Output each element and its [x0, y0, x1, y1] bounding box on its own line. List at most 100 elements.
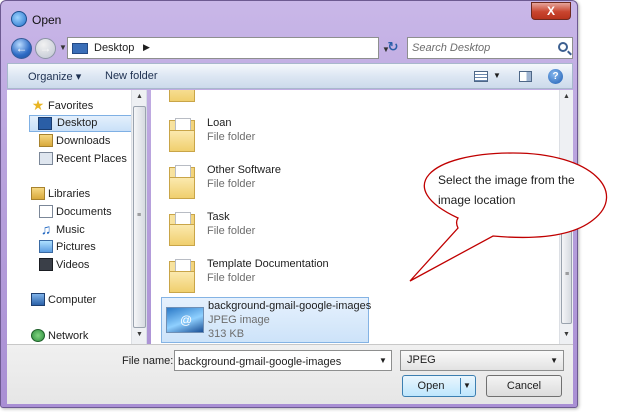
file-name-label: File name:	[122, 355, 174, 367]
file-type: JPEG image	[208, 314, 270, 326]
nav-scrollbar[interactable]: ▲ ≡ ▼	[131, 90, 146, 344]
open-button[interactable]: Open ▼	[402, 375, 476, 397]
file-name: Loan	[207, 117, 232, 129]
browser-icon	[11, 11, 27, 27]
forward-button[interactable]: →	[35, 38, 56, 59]
nav-scroll-thumb[interactable]: ≡	[133, 106, 146, 328]
sidebar-item-label: Libraries	[48, 188, 91, 200]
jpeg-image-icon	[166, 307, 204, 333]
file-type: File folder	[207, 90, 255, 93]
address-row: ← → ▼ Desktop ▶ ▼ ↻	[7, 37, 573, 59]
sidebar-item-label: Videos	[56, 259, 90, 271]
sidebar-item-documents[interactable]: Documents	[7, 204, 135, 221]
sidebar-item-label: Downloads	[56, 135, 111, 147]
documents-icon	[39, 205, 53, 218]
sidebar-item-videos[interactable]: Videos	[7, 257, 135, 274]
sidebar-item-label: Desktop	[57, 117, 98, 129]
file-name: Template Documentation	[207, 258, 329, 270]
window-title: Open	[32, 13, 62, 27]
sidebar-item-computer[interactable]: Computer	[7, 292, 135, 309]
refresh-button[interactable]: ↻	[383, 39, 403, 57]
file-name: Task	[207, 211, 230, 223]
scroll-down-icon[interactable]: ▼	[132, 328, 146, 342]
breadcrumb[interactable]: Desktop ▶ ▼	[67, 37, 390, 59]
file-name-input[interactable]	[174, 350, 392, 371]
recent-places-icon	[39, 152, 53, 165]
file-name: Other Software	[207, 164, 281, 176]
sidebar-item-label: Favorites	[48, 100, 94, 112]
folder-icon	[167, 210, 197, 246]
file-type-value: JPEG	[407, 354, 436, 366]
folder-icon	[167, 163, 197, 199]
change-view-icon[interactable]	[474, 71, 488, 82]
file-name: background-gmail-google-images	[208, 300, 372, 312]
help-icon[interactable]: ?	[548, 69, 563, 84]
folder-icon	[167, 257, 197, 293]
open-options-dropdown-icon[interactable]: ▼	[463, 376, 471, 396]
desktop-folder-icon	[72, 43, 88, 54]
close-button[interactable]: X	[531, 2, 571, 20]
list-item-selected[interactable]: background-gmail-google-images JPEG imag…	[161, 297, 372, 343]
sidebar-item-pictures[interactable]: Pictures	[7, 239, 135, 256]
sidebar-item-label: Network	[48, 330, 89, 342]
list-item[interactable]: File folder	[161, 90, 369, 108]
downloads-icon	[39, 134, 53, 147]
sidebar-item-label: Music	[56, 224, 85, 236]
split-divider	[460, 378, 461, 394]
sidebar-item-label: Recent Places	[56, 153, 127, 165]
scroll-up-icon[interactable]: ▲	[560, 90, 573, 104]
file-type: File folder	[207, 272, 256, 284]
views-dropdown-icon[interactable]: ▼	[493, 71, 501, 80]
list-item[interactable]: Task File folder	[161, 206, 369, 252]
folder-icon	[167, 90, 197, 102]
history-dropdown-icon[interactable]: ▼	[59, 43, 67, 52]
file-type: File folder	[207, 225, 256, 237]
videos-icon	[39, 258, 53, 271]
scroll-up-icon[interactable]: ▲	[132, 90, 146, 104]
list-item[interactable]: Other Software File folder	[161, 159, 369, 205]
toolbar: Organize ▾ New folder ▼ ?	[7, 63, 573, 89]
new-folder-button[interactable]: New folder	[105, 70, 158, 82]
grip-icon: ≡	[137, 212, 142, 219]
file-type: File folder	[207, 178, 256, 190]
sidebar-item-label: Documents	[56, 206, 112, 218]
file-type: File folder	[207, 131, 256, 143]
list-item[interactable]: Loan File folder	[161, 112, 369, 158]
file-type-select[interactable]: JPEG ▼	[400, 350, 564, 371]
sidebar-item-recent-places[interactable]: Recent Places	[7, 151, 135, 168]
sidebar-item-label: Pictures	[56, 241, 96, 253]
breadcrumb-arrow-icon[interactable]: ▶	[143, 42, 150, 53]
sidebar-item-music[interactable]: ♫ Music	[7, 222, 135, 239]
callout-text: Select the image from the image location	[438, 173, 575, 207]
libraries-icon	[31, 187, 45, 200]
open-button-label: Open	[417, 380, 445, 392]
file-size: 313 KB	[208, 328, 245, 340]
sidebar-item-label: Computer	[48, 294, 97, 306]
sidebar-item-favorites[interactable]: ★ Favorites	[7, 98, 135, 115]
file-name-dropdown-icon[interactable]: ▼	[379, 356, 387, 365]
organize-button[interactable]: Organize ▾	[28, 70, 81, 83]
search-icon[interactable]	[558, 42, 568, 52]
back-button[interactable]: ←	[11, 38, 32, 59]
computer-icon	[31, 293, 45, 306]
sidebar-item-libraries[interactable]: Libraries	[7, 186, 135, 203]
chevron-down-icon: ▼	[550, 356, 558, 365]
preview-pane-icon[interactable]	[519, 71, 532, 82]
desktop-icon	[38, 117, 52, 130]
network-icon	[31, 329, 45, 342]
navigation-pane: ★ Favorites Desktop Downloads Recent Pla…	[7, 90, 147, 344]
music-icon: ♫	[40, 221, 52, 237]
pictures-icon	[39, 240, 53, 253]
scroll-down-icon[interactable]: ▼	[560, 328, 573, 342]
search-input[interactable]	[412, 42, 552, 54]
breadcrumb-desktop[interactable]: Desktop	[94, 42, 134, 54]
callout-annotation: Select the image from the image location	[398, 148, 614, 283]
sidebar-item-network[interactable]: Network	[7, 328, 135, 344]
sidebar-item-downloads[interactable]: Downloads	[7, 133, 135, 150]
sidebar-item-desktop[interactable]: Desktop	[29, 115, 133, 132]
list-item[interactable]: Template Documentation File folder	[161, 253, 369, 299]
cancel-button[interactable]: Cancel	[486, 375, 562, 397]
search-box[interactable]	[407, 37, 573, 59]
dialog-footer: File name: ▼ JPEG ▼ Open ▼ Cancel	[7, 344, 573, 404]
star-icon: ★	[31, 97, 45, 113]
